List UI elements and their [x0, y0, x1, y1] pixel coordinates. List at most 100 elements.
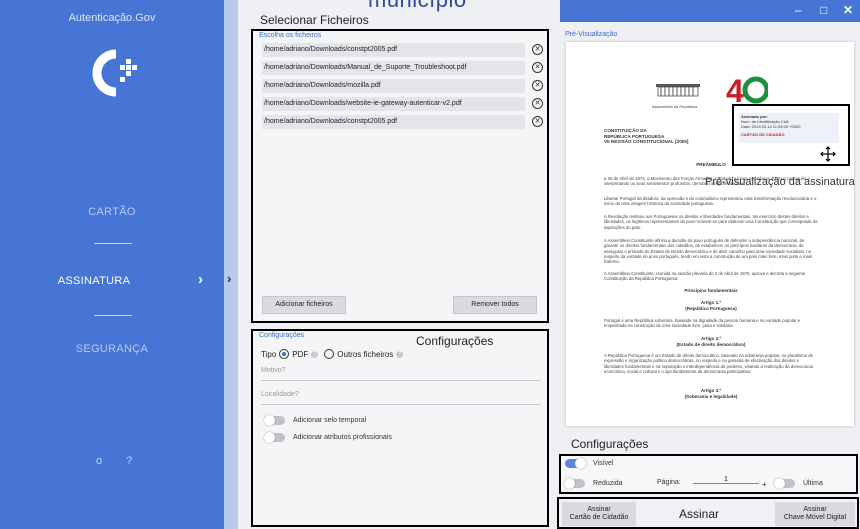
other-files-label: Outros ficheiros	[337, 349, 394, 359]
file-path: /home/adriano/Downloads/constpt2005.pdf	[264, 46, 398, 53]
last-page-toggle-row: Última	[774, 478, 823, 489]
add-files-button[interactable]: Adicionar ficheiros	[262, 296, 346, 314]
visibility-section-label: Configurações	[571, 437, 649, 451]
visible-toggle[interactable]	[565, 458, 586, 469]
sidebar: Autenticação.Gov CARTÃO ASSINATURA › SEG…	[0, 0, 224, 529]
last-page-toggle[interactable]	[774, 478, 795, 489]
sign-cmd-line: Chave Móvel Digital	[783, 514, 847, 521]
visibility-panel: Visível Reduzida Página: 1 + Última	[559, 454, 858, 494]
info-icon[interactable]: o	[96, 455, 102, 467]
doc-heading: CONSTITUIÇÃO DA REPÚBLICA PORTUGUESA VII…	[604, 128, 688, 145]
sign-cc-line: Assinar	[587, 506, 611, 513]
file-row[interactable]: /home/adriano/Downloads/constpt2005.pdf ✕	[262, 115, 543, 129]
sign-cc-button[interactable]: Assinar Cartão de Cidadão	[562, 502, 636, 526]
article-subtitle: (Soberania e legalidade)	[684, 394, 738, 399]
config-subtitle: Configurações	[259, 332, 305, 339]
type-label: Tipo	[261, 349, 277, 359]
page-label: Página:	[657, 479, 681, 486]
timestamp-toggle[interactable]	[264, 415, 285, 426]
file-path: /home/adriano/Downloads/website-ie-gatew…	[264, 100, 462, 107]
help-icon[interactable]: ?	[396, 350, 404, 358]
doc-paragraph: A Assembleia Constituinte, reunida na se…	[604, 271, 806, 282]
article-title: Artigo 2.º	[700, 336, 722, 341]
reduced-toggle[interactable]	[564, 478, 585, 489]
remove-file-icon[interactable]: ✕	[532, 44, 543, 55]
reason-field[interactable]: Motivo?	[261, 367, 541, 381]
autenticacao-gov-logo-icon	[92, 49, 137, 97]
reduced-toggle-row: Reduzida	[564, 478, 623, 489]
file-path: /home/adriano/Downloads/Manual_de_Suport…	[264, 64, 467, 71]
signature-preview-box[interactable]: Assinado por: Num. de Identificação Civi…	[732, 104, 850, 166]
pdf-radio[interactable]	[279, 349, 290, 359]
help-icon[interactable]: ?	[311, 350, 319, 358]
page-input[interactable]: 1	[693, 476, 759, 484]
signature-stamp: Assinado por: Num. de Identificação Civi…	[739, 113, 839, 143]
parliament-building-icon	[656, 84, 700, 97]
other-files-radio[interactable]	[324, 349, 335, 359]
config-overlay-label: Configurações	[416, 334, 494, 348]
move-icon[interactable]	[820, 146, 836, 162]
signature-preview-label: Pré-visualização da assinatura	[705, 176, 855, 188]
configuration-panel: Configurações Configurações Tipo PDF ? O…	[251, 329, 549, 527]
window-titlebar: – □ ✕	[560, 0, 860, 22]
article-title: Artigo 3.º	[700, 388, 722, 393]
signature-line: Data: 2019.03.14 11:53:05 +0000	[741, 124, 801, 129]
sidebar-bottom-icons: o ?	[96, 455, 132, 467]
40-anniversary-logo-icon: 4	[726, 73, 768, 106]
article-title: Artigo 1.º	[700, 300, 722, 305]
attributes-toggle[interactable]	[264, 432, 285, 443]
sign-panel: Assinar Cartão de Cidadão Assinar Assina…	[557, 497, 859, 529]
type-selector: Tipo PDF ? Outros ficheiros ?	[261, 349, 404, 359]
page-increment[interactable]: +	[762, 480, 767, 489]
remove-all-button[interactable]: Remover todos	[453, 296, 537, 314]
files-section-title: Selecionar Ficheiros	[260, 13, 369, 27]
file-row[interactable]: /home/adriano/Downloads/website-ie-gatew…	[262, 97, 543, 111]
app-title: Autenticação.Gov	[68, 12, 156, 24]
doc-paragraph: A Revolução restituiu aos Portugueses os…	[604, 214, 818, 230]
sidebar-item-cartao[interactable]: CARTÃO	[0, 206, 224, 218]
help-icon[interactable]: ?	[126, 455, 132, 467]
preview-label: Pré-Visualização	[565, 31, 618, 38]
doc-paragraph: A Assembleia Constituinte afirma a decis…	[604, 238, 813, 265]
svg-text:4: 4	[726, 73, 744, 106]
cut-header-text: município	[368, 0, 467, 13]
remove-file-icon[interactable]: ✕	[532, 98, 543, 109]
sidebar-item-seguranca[interactable]: SEGURANÇA	[0, 343, 224, 355]
sidebar-item-assinatura[interactable]: ASSINATURA	[0, 275, 206, 287]
file-path: /home/adriano/Downloads/constpt2005.pdf	[264, 118, 398, 125]
attributes-toggle-row: Adicionar atributos profissionais	[264, 432, 392, 443]
close-icon[interactable]: ✕	[843, 3, 853, 17]
document-preview-page[interactable]: Assembleia da República 4 CONSTITUIÇÃO D…	[566, 42, 854, 426]
maximize-icon[interactable]: □	[820, 3, 827, 17]
signature-card-label: CARTÃO DE CIDADÃO	[741, 132, 785, 137]
timestamp-toggle-label: Adicionar selo temporal	[293, 417, 367, 424]
last-page-toggle-label: Última	[803, 480, 823, 487]
file-path: /home/adriano/Downloads/mozilla.pdf	[264, 82, 381, 89]
remove-file-icon[interactable]: ✕	[532, 62, 543, 73]
visible-toggle-label: Visível	[593, 460, 614, 467]
principles-title: Princípios fundamentais	[684, 288, 738, 293]
files-subtitle: Escolha os ficheiros	[259, 32, 322, 39]
sign-center-label: Assinar	[679, 507, 720, 521]
location-field[interactable]: Localidade?	[261, 391, 541, 405]
pdf-option-label: PDF	[292, 349, 309, 359]
file-row[interactable]: /home/adriano/Downloads/mozilla.pdf ✕	[262, 79, 543, 93]
remove-file-icon[interactable]: ✕	[532, 80, 543, 91]
doc-heading-line: VII REVISÃO CONSTITUCIONAL [2005]	[604, 139, 689, 144]
expand-chevron-icon[interactable]: ›	[227, 271, 231, 286]
file-row[interactable]: /home/adriano/Downloads/constpt2005.pdf ✕	[262, 43, 543, 57]
article-subtitle: (Estado de direito democrático)	[676, 342, 746, 347]
attributes-toggle-label: Adicionar atributos profissionais	[293, 434, 392, 441]
sign-cc-line: Cartão de Cidadão	[569, 514, 629, 521]
sign-cmd-button[interactable]: Assinar Chave Móvel Digital	[775, 502, 855, 526]
minimize-icon[interactable]: –	[795, 3, 802, 17]
file-row[interactable]: /home/adriano/Downloads/Manual_de_Suport…	[262, 61, 543, 75]
remove-file-icon[interactable]: ✕	[532, 116, 543, 127]
timestamp-toggle-row: Adicionar selo temporal	[264, 415, 367, 426]
assembly-name: Assembleia da República	[652, 104, 698, 109]
visible-toggle-row: Visível	[565, 458, 614, 469]
doc-paragraph: Portugal é uma República soberana, basea…	[604, 318, 801, 329]
sidebar-divider	[94, 315, 132, 316]
doc-paragraph: Libertar Portugal da ditadura, da opress…	[604, 196, 817, 207]
sidebar-divider	[94, 243, 132, 244]
